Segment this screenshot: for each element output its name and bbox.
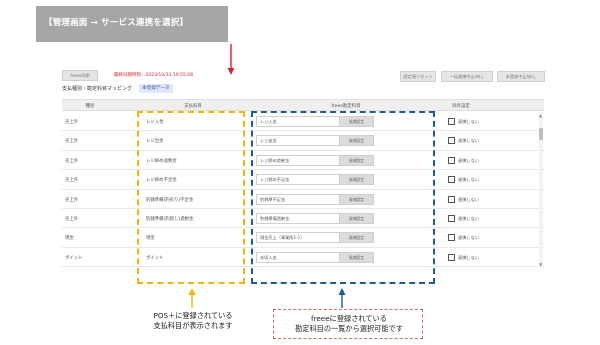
exclude-label: 連携しない [458, 254, 479, 260]
pos-account-note: POS＋に登録されている 支払科目が表示されます [128, 311, 258, 331]
note-line: freeeに登録されている [311, 314, 387, 323]
header-freee-account: freee勘定科目 [331, 104, 361, 109]
exclude-label: 連携しない [458, 157, 479, 163]
exclude-label: 連携しない [458, 119, 479, 124]
section-title: 支払種別・勘定科目マッピング [62, 86, 133, 92]
exclude-label: 連携しない [458, 235, 479, 241]
unregistered-toggle-button[interactable]: 未登録中止/戻し [497, 71, 545, 82]
exclude-checkbox[interactable] [448, 118, 455, 125]
row-type: 売上外 [65, 158, 79, 164]
row-type: ポイント [65, 255, 83, 261]
exclude-label: 連携しない [458, 216, 479, 221]
note-line: 支払科目が表示されます [153, 321, 233, 330]
note-line: POS＋に登録されている [153, 311, 233, 320]
row-type: 売上外 [65, 178, 79, 184]
header-pos-account: 支払科目 [184, 104, 202, 109]
reset-settings-button[interactable]: 設定値リセット [400, 71, 436, 82]
up-arrow-icon [188, 288, 196, 308]
up-arrow-icon [338, 288, 346, 308]
note-text: freeeに登録されている 勘定科目の一覧から選択可能です [274, 314, 424, 334]
header-exclude: 除外設定 [452, 104, 470, 109]
table-header: 種別 支払科目 freee勘定科目 除外設定 [62, 99, 544, 111]
exclude-checkbox[interactable] [448, 215, 455, 222]
down-arrow-icon [227, 44, 235, 75]
row-type: 売上外 [65, 120, 79, 125]
exclude-label: 連携しない [458, 196, 479, 202]
row-type: 売上外 [65, 217, 79, 222]
exclude-checkbox[interactable] [448, 137, 455, 145]
exclude-checkbox[interactable] [448, 156, 455, 164]
pos-account-highlight [137, 111, 245, 284]
exclude-checkbox[interactable] [448, 176, 455, 184]
note-line: 勘定科目の一覧から選択可能です [295, 324, 403, 333]
exclude-checkbox[interactable] [448, 195, 455, 203]
scrollbar-thumb[interactable] [539, 128, 543, 140]
freee-account-note: freeeに登録されている 勘定科目の一覧から選択可能です [273, 309, 423, 339]
scroll-down-icon[interactable]: ▼ [539, 262, 542, 267]
banner-text: 【管理画面 → サービス連携を選択】 [44, 18, 189, 28]
scroll-up-icon[interactable]: ▲ [539, 113, 542, 118]
row-type: 売上外 [65, 197, 79, 203]
exclude-label: 連携しない [458, 177, 479, 183]
bulk-toggle-button[interactable]: 一括連携中止/戻し [441, 71, 493, 82]
row-type: 現金 [65, 236, 74, 242]
freee-account-highlight [251, 111, 435, 284]
freee-sync-button[interactable]: freee同期 [62, 70, 98, 81]
exclude-label: 連携しない [458, 138, 479, 144]
last-sync-time: 最終同期時刻：2023/10/31 19:55:08 [114, 73, 194, 78]
status-badge: 本登録データ [139, 84, 173, 93]
exclude-checkbox[interactable] [448, 234, 455, 242]
row-type: 売上外 [65, 139, 79, 145]
header-type: 種別 [85, 104, 95, 109]
exclude-checkbox[interactable] [448, 253, 455, 261]
instruction-banner: 【管理画面 → サービス連携を選択】 [36, 6, 228, 42]
